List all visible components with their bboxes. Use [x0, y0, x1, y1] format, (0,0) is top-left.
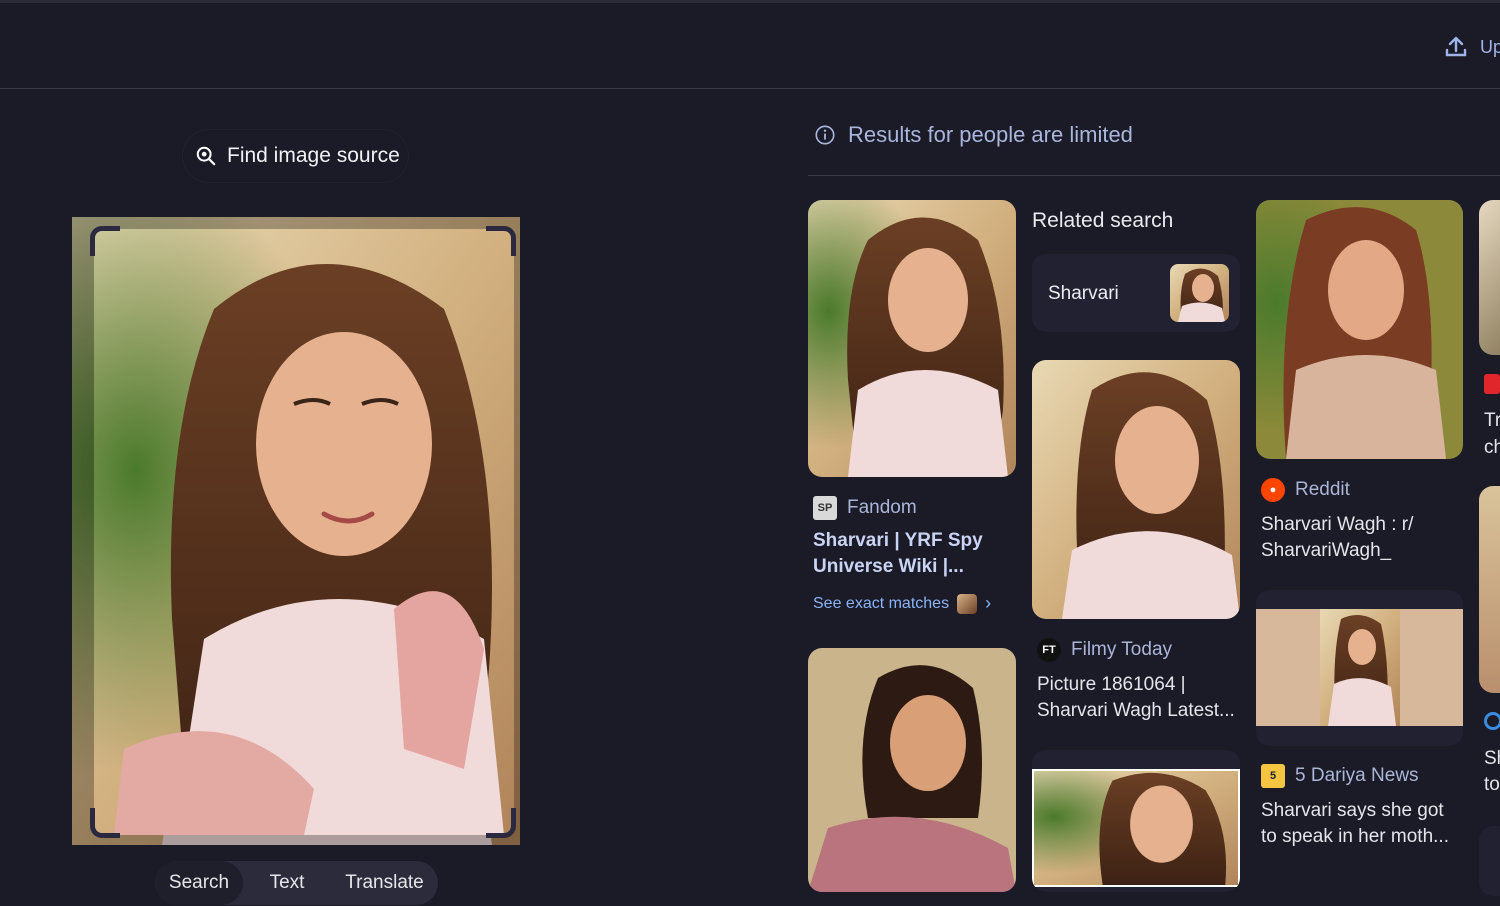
- result-image-edge-2[interactable]: [1479, 486, 1500, 693]
- result-thumbnail: [1032, 360, 1240, 619]
- result-thumbnail: [1256, 609, 1463, 726]
- edge-source-favicon-icon: [1484, 374, 1500, 394]
- result-thumbnail: [1032, 769, 1240, 887]
- related-search-chip-label: Sharvari: [1048, 283, 1119, 304]
- upload-label: Up: [1480, 36, 1500, 57]
- info-icon: [815, 125, 835, 145]
- edge-title-line3: Sh: [1484, 748, 1500, 769]
- result-title-fandom[interactable]: Sharvari | YRF Spy Universe Wiki |...: [813, 528, 1003, 580]
- result-title-5-dariya-news[interactable]: Sharvari says she got to speak in her mo…: [1261, 798, 1461, 850]
- source-name: Filmy Today: [1071, 639, 1173, 660]
- chevron-right-icon: ›: [985, 593, 992, 613]
- source-name: Reddit: [1295, 479, 1350, 500]
- result-source-fandom[interactable]: SP Fandom: [813, 496, 917, 520]
- related-search-chip-thumb: [1170, 264, 1229, 322]
- edge-title-line1: Tr: [1484, 410, 1500, 431]
- lens-mode-tabs: Search Text Translate: [155, 861, 438, 905]
- source-name: Fandom: [847, 497, 917, 518]
- result-title-reddit[interactable]: Sharvari Wagh : r/ SharvariWagh_: [1261, 512, 1456, 564]
- result-thumbnail: [1479, 200, 1500, 355]
- lens-crop-region[interactable]: [94, 229, 514, 835]
- result-image-fandom[interactable]: [808, 200, 1016, 477]
- find-image-source-button[interactable]: Find image source: [183, 130, 408, 182]
- see-exact-matches-link[interactable]: See exact matches ›: [813, 593, 991, 614]
- see-exact-matches-label: See exact matches: [813, 594, 950, 612]
- source-name: 5 Dariya News: [1295, 765, 1419, 786]
- result-title-filmy-today[interactable]: Picture 1861064 | Sharvari Wagh Latest..…: [1037, 672, 1237, 724]
- result-image-2[interactable]: [808, 648, 1016, 892]
- result-thumbnail: [1479, 826, 1500, 896]
- result-image-reddit[interactable]: [1256, 200, 1463, 459]
- related-search-heading: Related search: [1032, 209, 1174, 232]
- crop-handle-bottom-left[interactable]: [90, 808, 120, 838]
- tab-text[interactable]: Text: [243, 861, 331, 905]
- uploaded-photo: [94, 229, 514, 835]
- find-image-source-label: Find image source: [227, 144, 400, 167]
- result-thumbnail: [808, 200, 1016, 477]
- result-source-5-dariya-news[interactable]: 5 5 Dariya News: [1261, 764, 1419, 788]
- result-image-filmy-today[interactable]: [1032, 360, 1240, 619]
- edge-title-line4: to: [1484, 774, 1500, 795]
- results-notice[interactable]: Results for people are limited: [814, 122, 1133, 148]
- chip-thumbnail: [1170, 264, 1229, 322]
- upload-button[interactable]: Up: [1444, 35, 1500, 59]
- result-image-edge-1[interactable]: [1479, 200, 1500, 355]
- tab-translate[interactable]: Translate: [331, 861, 438, 905]
- result-image-3[interactable]: [1032, 750, 1240, 892]
- result-source-reddit[interactable]: ● Reddit: [1261, 478, 1350, 502]
- result-thumbnail: [808, 648, 1016, 892]
- filmy-today-favicon-icon: FT: [1037, 638, 1061, 662]
- related-search-chip[interactable]: Sharvari: [1032, 254, 1240, 332]
- crop-handle-top-left[interactable]: [90, 226, 120, 256]
- results-notice-text: Results for people are limited: [848, 122, 1133, 147]
- crop-handle-bottom-right[interactable]: [486, 808, 516, 838]
- result-source-filmy-today[interactable]: FT Filmy Today: [1037, 638, 1172, 662]
- lens-image-area[interactable]: [72, 217, 520, 845]
- edge-source-favicon-icon: [1484, 712, 1500, 730]
- fandom-favicon-icon: SP: [813, 496, 837, 520]
- result-thumbnail: [1479, 486, 1500, 693]
- lens-search-icon: [196, 146, 216, 166]
- dariya-news-favicon-icon: 5: [1261, 764, 1285, 788]
- result-image-edge-3[interactable]: [1479, 826, 1500, 896]
- reddit-favicon-icon: ●: [1261, 478, 1285, 502]
- exact-match-thumb: [957, 593, 978, 614]
- edge-title-line2: ch: [1484, 437, 1500, 458]
- header-bar: Up: [0, 3, 1500, 89]
- result-image-5-dariya[interactable]: [1256, 590, 1463, 746]
- crop-handle-top-right[interactable]: [486, 226, 516, 256]
- upload-icon: [1445, 36, 1467, 57]
- divider: [808, 175, 1500, 176]
- tab-search[interactable]: Search: [155, 861, 243, 905]
- result-thumbnail: [1256, 200, 1463, 459]
